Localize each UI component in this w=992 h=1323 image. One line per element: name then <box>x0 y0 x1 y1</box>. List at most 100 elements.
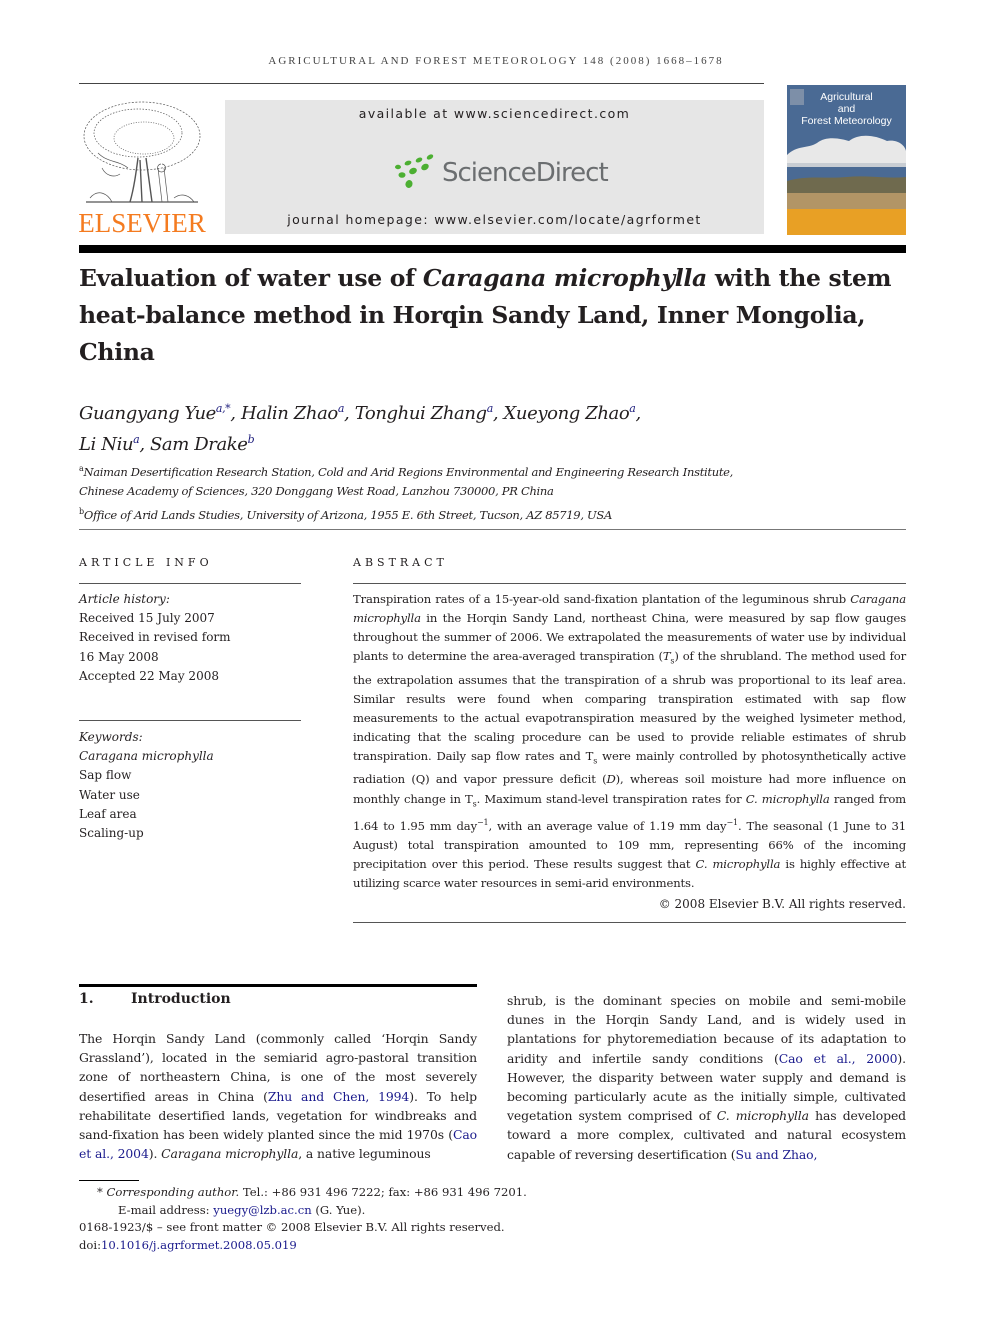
corresponding-author-note: * Corresponding author. Tel.: +86 931 49… <box>79 1184 679 1202</box>
author[interactable]: Tonghui Zhanga <box>354 402 494 424</box>
italic-text: Caragana microphylla <box>161 1146 299 1162</box>
author[interactable]: Li Niua <box>79 433 140 455</box>
journal-cover[interactable]: Agricultural and Forest Meteorology <box>787 85 906 235</box>
abstract-copyright: © 2008 Elsevier B.V. All rights reserved… <box>658 897 906 911</box>
history-item: Received 15 July 2007 <box>79 611 215 626</box>
citation-link[interactable]: Su and Zhao, <box>736 1147 818 1162</box>
article-info-divider <box>79 583 301 584</box>
keyword: Scaling-up <box>79 826 144 841</box>
keywords: Keywords: Caragana microphylla Sap flow … <box>79 728 309 843</box>
section-title: Introduction <box>131 991 231 1007</box>
keywords-label: Keywords: <box>79 730 143 744</box>
author-name: Tonghui Zhang <box>354 403 487 424</box>
elsevier-tree-icon <box>83 101 201 203</box>
article-info-heading: ARTICLE INFO <box>79 556 213 569</box>
author-affiliation-marker[interactable]: a <box>338 402 345 415</box>
italic-text: D <box>606 772 616 787</box>
author-affiliation-marker[interactable]: a,* <box>216 402 231 415</box>
author-name: Guangyang Yue <box>79 403 216 424</box>
keyword: Sap flow <box>79 768 132 783</box>
sciencedirect-dots-icon <box>395 154 434 188</box>
history-item: Accepted 22 May 2008 <box>79 668 219 683</box>
email-note: E-mail address: yuegy@lzb.ac.cn (G. Yue)… <box>79 1202 679 1220</box>
affiliation: Chinese Academy of Sciences, 320 Donggan… <box>79 482 899 502</box>
citation-link[interactable]: Cao et al., 2000 <box>779 1051 898 1066</box>
article-history: Article history: Received 15 July 2007 R… <box>79 590 309 686</box>
title-text: Evaluation of water use of <box>79 264 423 292</box>
keyword: Caragana microphylla <box>79 749 214 764</box>
affiliation-text: Office of Arid Lands Studies, University… <box>83 507 613 522</box>
history-item: Received in revised form <box>79 630 231 645</box>
header-divider <box>79 83 764 84</box>
keywords-divider <box>79 720 301 721</box>
text-run: ). <box>148 1146 162 1162</box>
title-divider <box>79 245 906 253</box>
superscript: −1 <box>726 817 738 827</box>
introduction-divider <box>79 984 477 987</box>
author-affiliation-marker[interactable]: b <box>248 433 255 446</box>
doi-label: doi: <box>79 1237 102 1252</box>
text-run: . Maximum stand-level transpiration rate… <box>476 791 746 806</box>
author-name: Halin Zhao <box>240 403 338 424</box>
doi-line: doi:10.1016/j.agrformet.2008.05.019 <box>79 1237 679 1255</box>
citation-link[interactable]: Zhu and Chen, 1994 <box>268 1089 409 1104</box>
author-affiliation-marker[interactable]: a <box>629 402 636 415</box>
author[interactable]: Halin Zhaoa <box>240 402 345 424</box>
superscript: −1 <box>476 817 489 827</box>
author-name: Li Niu <box>79 434 134 455</box>
section-heading-introduction: 1. Introduction <box>79 991 231 1007</box>
email-label: E-mail address: <box>118 1202 214 1217</box>
author[interactable]: Sam Drakeb <box>149 433 255 455</box>
elsevier-wordmark: ELSEVIER <box>78 208 206 238</box>
abstract-divider <box>353 583 906 584</box>
section-number: 1. <box>79 991 94 1007</box>
author-name: Xueyong Zhao <box>503 403 630 424</box>
author-affiliation-marker[interactable]: a <box>133 433 140 446</box>
keyword: Water use <box>79 787 140 802</box>
contact-numbers: Tel.: +86 931 496 7222; fax: +86 931 496… <box>239 1185 527 1199</box>
cover-title-line: Forest Meteorology <box>801 115 892 127</box>
author-affiliation-marker[interactable]: a <box>487 402 494 415</box>
article-title: Evaluation of water use of Caragana micr… <box>79 260 899 371</box>
affiliations: aNaiman Desertification Research Station… <box>79 459 899 525</box>
text-run: Transpiration rates of a 15-year-old san… <box>353 592 851 606</box>
affiliation: aNaiman Desertification Research Station… <box>79 459 899 482</box>
corresponding-label: Corresponding author. <box>106 1185 240 1199</box>
journal-homepage-link[interactable]: journal homepage: www.elsevier.com/locat… <box>225 212 764 227</box>
history-label: Article history: <box>79 592 170 606</box>
author-list: Guangyang Yuea,*, Halin Zhaoa, Tonghui Z… <box>79 402 641 455</box>
footnote-divider <box>79 1180 139 1181</box>
running-head: AGRICULTURAL AND FOREST METEOROLOGY 148 … <box>268 55 724 67</box>
affiliation-text: Chinese Academy of Sciences, 320 Donggan… <box>79 484 554 499</box>
sciencedirect-link[interactable]: available at www.sciencedirect.com <box>225 106 764 121</box>
footnotes: * Corresponding author. Tel.: +86 931 49… <box>79 1184 679 1254</box>
affiliation-text: Naiman Desertification Research Station,… <box>83 464 734 479</box>
text-run: ) of the shrubland. The method used for … <box>353 649 906 764</box>
text-run: , a native leguminous <box>298 1146 431 1162</box>
sciencedirect-logo[interactable]: ScienceDirect <box>442 158 609 188</box>
section-divider <box>79 529 906 530</box>
keyword: Leaf area <box>79 806 137 821</box>
italic-text: C. microphylla <box>745 791 830 806</box>
introduction-column-right: shrub, is the dominant species on mobile… <box>507 991 906 1164</box>
front-matter: 0168-1923/$ – see front matter © 2008 El… <box>79 1220 505 1234</box>
journal-cover-title: Agricultural and Forest Meteorology <box>787 91 906 127</box>
introduction-column-left: The Horqin Sandy Land (commonly called ‘… <box>79 1029 477 1163</box>
italic-text: C. microphylla <box>695 857 781 872</box>
author[interactable]: Xueyong Zhaoa <box>503 402 636 424</box>
abstract-end-divider <box>353 922 906 923</box>
email-link[interactable]: yuegy@lzb.ac.cn <box>213 1203 311 1217</box>
affiliation: bOffice of Arid Lands Studies, Universit… <box>79 502 899 525</box>
doi-link[interactable]: 10.1016/j.agrformet.2008.05.019 <box>101 1238 297 1252</box>
email-suffix: (G. Yue). <box>311 1202 366 1217</box>
text-run: , with an average value of 1.19 mm day <box>488 818 727 833</box>
abstract-heading: ABSTRACT <box>353 556 448 569</box>
abstract-body: Transpiration rates of a 15-year-old san… <box>353 590 906 893</box>
cover-title-line: and <box>837 103 856 115</box>
author[interactable]: Guangyang Yuea,* <box>79 402 231 424</box>
history-item: 16 May 2008 <box>79 649 159 664</box>
italic-text: C. microphylla <box>716 1108 809 1124</box>
author-name: Sam Drake <box>149 434 248 455</box>
title-species: Caragana microphylla <box>422 264 707 292</box>
cover-title-line: Agricultural <box>820 91 873 103</box>
